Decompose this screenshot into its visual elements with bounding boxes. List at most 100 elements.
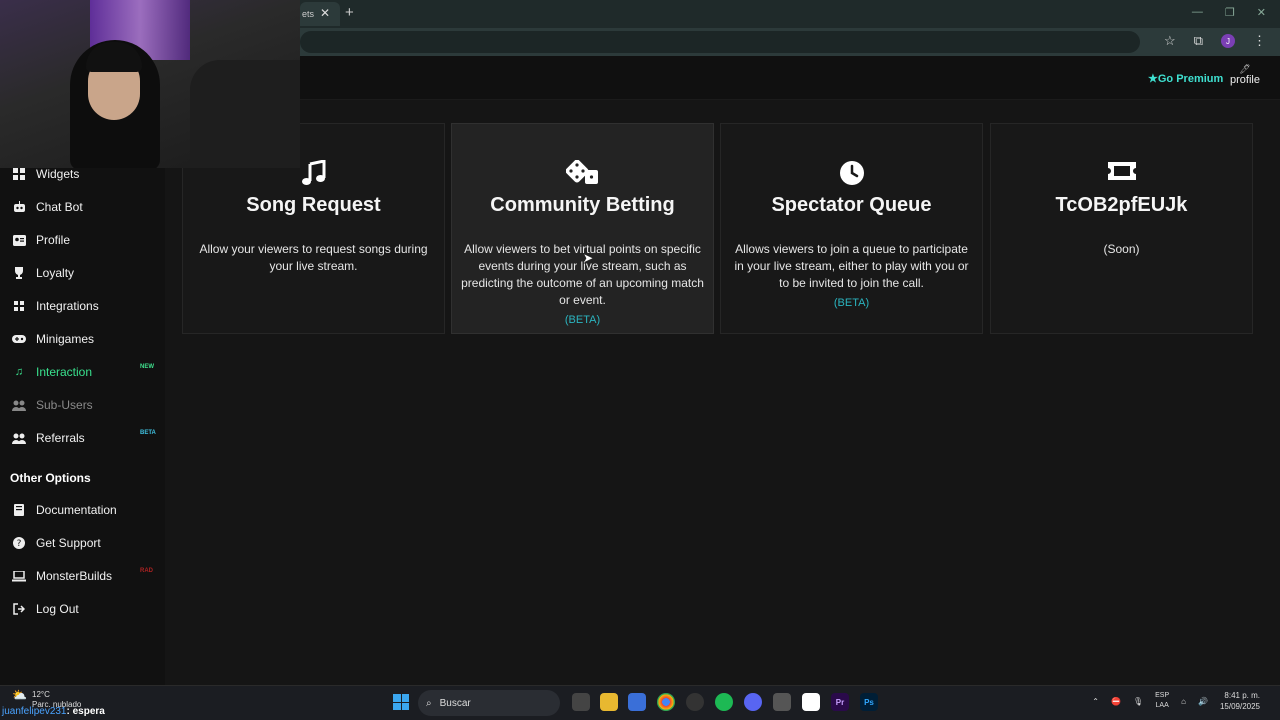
profile-picture-icon: 🖊 [1239,64,1251,74]
sidebar-item-label: Loyalty [36,266,75,280]
question-circle-icon: ? [12,536,26,550]
sidebar-item-sub-users[interactable]: Sub-Users [12,395,93,415]
sidebar-item-interaction[interactable]: ♫ Interaction [12,362,92,382]
volume-icon[interactable]: 🔊 [1198,697,1208,706]
sidebar-item-label: Widgets [36,167,80,181]
music-note-icon: ♫ [14,366,24,378]
card-spectator-queue[interactable]: Spectator Queue Allows viewers to join a… [720,123,983,334]
network-icon[interactable]: ⛔ [1111,697,1121,706]
screen: ets ✕ + — ❐ ✕ ☆ ⧉ J ⋮ ★Go Premium 🖊 prof… [0,0,1280,720]
logout-icon [12,602,26,616]
photoshop-icon[interactable]: Ps [860,693,878,711]
book-icon [12,503,26,517]
menu-kebab-icon[interactable]: ⋮ [1253,33,1266,49]
sidebar-item-label: Log Out [36,602,79,616]
chevron-up-icon[interactable]: ⌃ [1092,697,1099,706]
clock-time: 8:41 p. m. [1224,691,1260,700]
extensions-icon[interactable]: ⧉ [1194,33,1203,49]
users-icon [12,398,26,412]
sidebar-item-referrals[interactable]: Referrals [12,428,85,448]
rad-badge: RAD [140,568,153,574]
sidebar-item-get-support[interactable]: ? Get Support [12,533,101,553]
chat-message: : espera [66,706,105,717]
sidebar: Widgets Chat Bot Profile Loyalty Integra… [0,100,165,685]
go-premium-label: Go Premium [1157,73,1224,85]
star-icon: ★ [1148,73,1158,85]
tab-label: ets [302,9,315,19]
task-view-icon[interactable] [572,693,590,711]
card-title: Community Betting [490,194,675,216]
bookmark-star-icon[interactable]: ☆ [1164,33,1176,49]
search-label: Buscar [439,697,471,709]
clock[interactable]: 8:41 p. m. 15/09/2025 [1220,690,1260,712]
users-icon [12,431,26,445]
gamepad-icon [12,332,26,346]
close-window-icon[interactable]: ✕ [1257,6,1266,19]
card-description: (Soon) [1103,242,1140,256]
tab-close-icon[interactable]: ✕ [320,6,330,20]
sidebar-item-label: Chat Bot [36,200,83,214]
system-tray: ⌃ ⛔ 🎙 ESP LAA ⌂ 🔊 8:41 p. m. 15/09/2025 [1092,690,1260,712]
premiere-icon[interactable]: Pr [831,693,849,711]
sidebar-item-label: Sub-Users [36,398,93,412]
sidebar-item-profile[interactable]: Profile [12,230,70,250]
svg-text:?: ? [17,539,22,549]
discord-icon[interactable] [744,693,762,711]
lang-layout: LAA [1155,702,1169,709]
microphone-icon[interactable]: 🎙 [1133,697,1143,706]
sidebar-item-label: Interaction [36,365,93,379]
sidebar-item-minigames[interactable]: Minigames [12,329,94,349]
sidebar-item-chat-bot[interactable]: Chat Bot [12,197,83,217]
sidebar-item-label: Get Support [36,536,101,550]
notes-icon[interactable] [802,693,820,711]
beta-badge: BETA [140,430,156,436]
restore-icon[interactable]: ❐ [1225,6,1235,19]
app-icon[interactable] [773,693,791,711]
taskbar-search[interactable]: ⌕ Buscar [418,690,560,716]
sidebar-item-monsterbuilds[interactable]: MonsterBuilds [12,566,112,586]
ticket-icon [991,160,1252,188]
address-bar[interactable] [300,31,1140,53]
windows-start-icon[interactable] [393,694,409,710]
card-title: Song Request [246,194,381,216]
file-explorer-icon[interactable] [600,693,618,711]
new-badge: NEW [140,364,154,370]
clock-date: 15/09/2025 [1219,702,1260,711]
card-tcob2pfeujk[interactable]: TcOB2pfEUJk (Soon) [990,123,1253,334]
spotify-icon[interactable] [715,693,733,711]
sidebar-item-log-out[interactable]: Log Out [12,599,79,619]
sidebar-item-label: Documentation [36,503,117,517]
sidebar-item-integrations[interactable]: Integrations [12,296,99,316]
weather-temp: 12°C [32,690,50,699]
store-icon[interactable] [628,693,646,711]
sidebar-item-documentation[interactable]: Documentation [12,500,117,520]
window-controls: — ❐ ✕ [1192,6,1266,19]
profile-link[interactable]: 🖊 profile [1228,64,1262,86]
minimize-icon[interactable]: — [1192,6,1203,19]
profile-avatar[interactable]: J [1221,34,1235,48]
card-community-betting[interactable]: Community Betting Allow viewers to bet v… [451,123,714,334]
wifi-icon[interactable]: ⌂ [1181,697,1186,706]
new-tab-button[interactable]: + [345,4,354,21]
beta-label: (BETA) [564,314,601,326]
robot-icon [12,200,26,214]
plug-icon [12,299,26,313]
card-description: Allow your viewers to request songs duri… [199,242,428,273]
card-title: TcOB2pfEUJk [1055,194,1188,216]
obs-icon[interactable] [686,693,704,711]
dice-icon [452,159,713,188]
weather-icon: ⛅ [12,688,27,702]
profile-label: profile [1230,74,1260,86]
chat-username: juanfelipev231 [2,706,67,717]
beta-label: (BETA) [833,297,870,309]
card-description: Allows viewers to join a queue to partic… [734,242,969,290]
clock-icon [721,160,982,188]
sidebar-item-loyalty[interactable]: Loyalty [12,263,74,283]
go-premium-link[interactable]: ★Go Premium [1148,72,1223,85]
windows-taskbar: ⛅ 12°C Parc. nublado juanfelipev231: esp… [0,685,1280,720]
trophy-icon [12,266,26,280]
language-indicator[interactable]: ESP LAA [1155,691,1169,711]
other-options-title: Other Options [10,471,91,485]
webcam-overlay [0,0,300,168]
chrome-icon[interactable] [657,693,675,711]
